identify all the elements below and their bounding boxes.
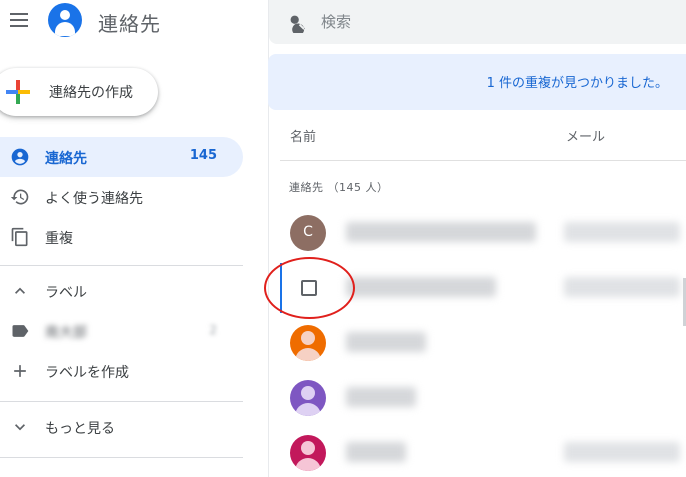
chevron-down-icon bbox=[15, 424, 25, 431]
person-icon bbox=[11, 148, 29, 166]
label-count: 2 bbox=[209, 323, 217, 337]
copy-icon bbox=[11, 227, 28, 247]
label-name: 南大部 bbox=[45, 325, 87, 341]
contact-name-redacted bbox=[346, 222, 536, 242]
header-divider bbox=[280, 160, 686, 161]
chevron-up-icon bbox=[15, 287, 25, 294]
contact-name-redacted bbox=[346, 277, 496, 297]
contact-email-redacted bbox=[564, 222, 680, 242]
contact-row-hover[interactable] bbox=[280, 263, 686, 313]
sidebar-item-contacts[interactable]: 連絡先 145 bbox=[0, 137, 243, 177]
avatar: C bbox=[290, 215, 326, 251]
avatar bbox=[290, 435, 326, 471]
contact-name-redacted bbox=[346, 387, 416, 407]
more-label: もっと見る bbox=[45, 421, 115, 437]
duplicates-banner: 1 件の重複が見つかりました。 bbox=[268, 54, 686, 110]
label-tag-icon bbox=[12, 325, 29, 337]
avatar-letter: C bbox=[303, 224, 313, 240]
contact-row[interactable]: C bbox=[280, 208, 686, 258]
create-contact-button[interactable]: 連絡先の作成 bbox=[0, 68, 158, 116]
search-icon[interactable] bbox=[286, 11, 308, 33]
avatar bbox=[290, 325, 326, 361]
contact-row[interactable] bbox=[280, 318, 686, 368]
row-focus-bar bbox=[280, 263, 282, 313]
contact-row[interactable] bbox=[280, 428, 686, 477]
column-header-email[interactable]: メール bbox=[566, 126, 605, 145]
column-header-name[interactable]: 名前 bbox=[290, 126, 316, 145]
avatar bbox=[290, 380, 326, 416]
contact-row[interactable] bbox=[280, 373, 686, 423]
contact-name-redacted bbox=[346, 332, 426, 352]
sidebar-item-label-entry[interactable]: 南大部 2 bbox=[0, 311, 243, 351]
sidebar-divider bbox=[0, 401, 243, 402]
sidebar-item-duplicates[interactable]: 重複 bbox=[0, 217, 243, 257]
contacts-logo-icon bbox=[48, 3, 82, 37]
create-contact-label: 連絡先の作成 bbox=[49, 85, 133, 101]
contacts-count: 145 bbox=[189, 148, 217, 163]
contacts-section-label: 連絡先 （145 人） bbox=[289, 181, 389, 194]
contact-email-redacted bbox=[564, 442, 680, 462]
labels-header: ラベル bbox=[45, 285, 87, 301]
contact-email-redacted bbox=[564, 277, 680, 297]
main-menu-icon[interactable] bbox=[10, 13, 28, 27]
create-label-text: ラベルを作成 bbox=[45, 365, 129, 381]
duplicates-banner-link[interactable]: 1 件の重複が見つかりました。 bbox=[487, 72, 668, 91]
sidebar-divider bbox=[0, 265, 243, 266]
select-contact-checkbox[interactable] bbox=[301, 280, 317, 296]
sidebar-divider bbox=[0, 457, 243, 458]
app-title: 連絡先 bbox=[98, 12, 161, 36]
search-bar bbox=[269, 0, 686, 44]
more-toggle[interactable]: もっと見る bbox=[0, 407, 243, 447]
sidebar-item-label: 重複 bbox=[45, 231, 73, 247]
labels-section-toggle[interactable]: ラベル bbox=[0, 271, 243, 311]
contact-name-redacted bbox=[346, 442, 406, 462]
search-input[interactable] bbox=[321, 0, 661, 44]
history-icon bbox=[10, 189, 29, 205]
create-label-button[interactable]: ラベルを作成 bbox=[0, 351, 243, 391]
plus-icon bbox=[14, 365, 26, 377]
colored-plus-icon bbox=[6, 80, 30, 104]
sidebar-item-label: 連絡先 bbox=[45, 151, 87, 167]
sidebar-item-frequent[interactable]: よく使う連絡先 bbox=[0, 177, 243, 217]
sidebar-item-label: よく使う連絡先 bbox=[45, 191, 143, 207]
